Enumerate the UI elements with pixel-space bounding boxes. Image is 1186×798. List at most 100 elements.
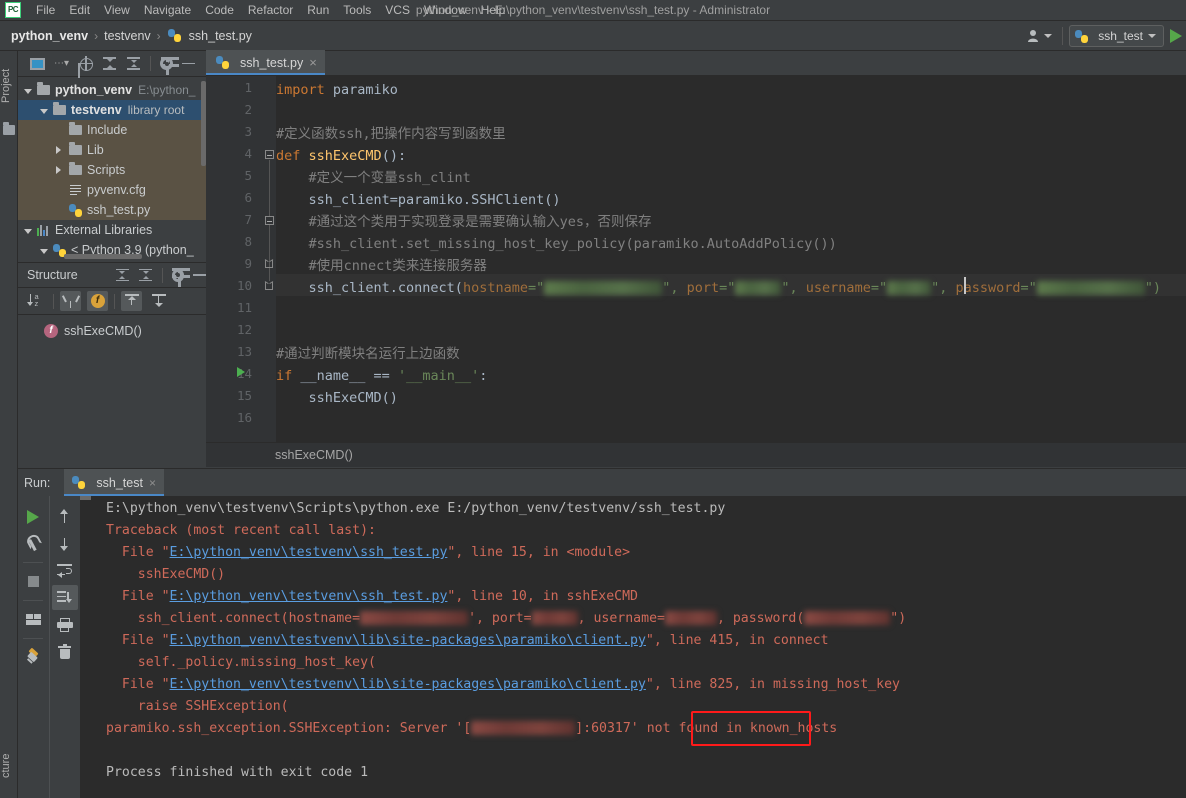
code-lines: import paramiko #定义函数ssh,把操作内容写到函数里 def … — [276, 76, 1186, 442]
close-icon[interactable]: × — [149, 476, 156, 490]
chevron-down-icon[interactable] — [40, 109, 48, 114]
run-tab-ssh_test[interactable]: ssh_test × — [64, 469, 164, 496]
menu-view[interactable]: View — [97, 1, 137, 19]
menu-refactor[interactable]: Refactor — [241, 1, 300, 19]
tree-row-external-libraries[interactable]: External Libraries — [18, 220, 206, 240]
soft-wrap-button[interactable] — [52, 558, 78, 583]
rerun-button[interactable] — [20, 504, 46, 529]
run-line-gutter-icon[interactable] — [237, 367, 245, 377]
fold-region-end-icon[interactable] — [265, 282, 273, 290]
gear-icon[interactable] — [171, 268, 190, 287]
menu-edit[interactable]: Edit — [62, 1, 97, 19]
fold-toggle-icon[interactable] — [264, 150, 274, 159]
divider — [1062, 27, 1064, 45]
gear-icon[interactable] — [160, 57, 179, 76]
project-panel-hscrollbar[interactable] — [64, 254, 142, 259]
structure-item-sshexecmd[interactable]: f sshExeCMD() — [18, 321, 206, 340]
tree-label: ssh_test.py — [87, 203, 151, 217]
clear-all-button[interactable] — [52, 639, 78, 664]
tree-row-include[interactable]: Include — [18, 120, 206, 140]
file-link[interactable]: E:\python_venv\testvenv\lib\site-package… — [170, 633, 646, 648]
run-console-output[interactable]: E:\python_venv\testvenv\Scripts\python.e… — [80, 496, 1186, 798]
menu-code[interactable]: Code — [198, 1, 241, 19]
menu-tools[interactable]: Tools — [336, 1, 378, 19]
redacted-hostname — [360, 611, 469, 625]
project-folder-icon[interactable] — [3, 122, 15, 135]
show-fields-button[interactable]: f — [87, 291, 108, 311]
line-number: 5 — [244, 168, 252, 183]
console-line-frame-1: File "E:\python_venv\testvenv\ssh_test.p… — [106, 545, 631, 560]
chevron-right-icon[interactable] — [56, 146, 61, 154]
person-glyph — [1028, 30, 1039, 42]
breadcrumb-testvenv[interactable]: testvenv — [101, 29, 154, 43]
select-opened-file-icon[interactable] — [30, 57, 45, 70]
menu-vcs[interactable]: VCS — [378, 1, 417, 19]
code-line-10: ssh_client.connect(hostname=" ", port=" ",… — [276, 280, 1162, 296]
tree-row-ssh_test-py[interactable]: ssh_test.py — [18, 200, 206, 220]
run-configuration-selector[interactable]: ssh_test — [1069, 25, 1164, 47]
layout-settings-button[interactable] — [20, 607, 46, 632]
print-button[interactable] — [52, 612, 78, 637]
scroll-down-button[interactable] — [52, 531, 78, 556]
tree-row-lib[interactable]: Lib — [18, 140, 206, 160]
view-options-icon[interactable]: ⋯▾ — [54, 58, 69, 69]
editor-tab-ssh_test-py[interactable]: ssh_test.py × — [206, 50, 325, 75]
file-link[interactable]: E:\python_venv\testvenv\ssh_test.py — [170, 545, 448, 560]
close-icon[interactable]: × — [309, 56, 317, 69]
run-toolbar-right — [49, 496, 79, 798]
tree-row-scripts[interactable]: Scripts — [18, 160, 206, 180]
collapse-all-icon[interactable] — [138, 268, 153, 283]
console-line-frame-3: File "E:\python_venv\testvenv\lib\site-p… — [106, 633, 829, 648]
tool-tab-structure[interactable]: cture — [0, 738, 18, 794]
code-editor[interactable]: 1 2 3 4 5 6 7 8 9 10 11 12 13 14 15 16 i… — [206, 76, 1186, 442]
fold-region-end-icon[interactable] — [265, 260, 273, 268]
tree-row-python_venv[interactable]: python_venv E:\python_ — [18, 80, 206, 100]
tree-row-pyvenv-cfg[interactable]: pyvenv.cfg — [18, 180, 206, 200]
tool-tab-project[interactable]: Project — [0, 57, 18, 115]
expand-all-icon[interactable] — [102, 56, 117, 71]
user-account-icon[interactable] — [1023, 29, 1056, 43]
pin-tab-button[interactable] — [20, 645, 46, 670]
tree-detail: E:\python_ — [138, 83, 196, 97]
line-number: 3 — [244, 124, 252, 139]
pycharm-window: PC File Edit View Navigate Code Refactor… — [0, 0, 1186, 798]
menu-file[interactable]: File — [29, 1, 62, 19]
stop-button[interactable] — [20, 569, 46, 594]
folder-icon — [37, 82, 50, 95]
breadcrumb-project[interactable]: python_venv — [8, 29, 91, 43]
expand-all-icon[interactable] — [115, 268, 130, 283]
file-link[interactable]: E:\python_venv\testvenv\lib\site-package… — [170, 677, 646, 692]
hide-panel-icon[interactable] — [182, 62, 196, 65]
menu-run[interactable]: Run — [300, 1, 336, 19]
chevron-down-icon[interactable] — [24, 229, 32, 234]
scroll-to-end-button[interactable] — [51, 585, 78, 610]
scroll-from-source-button[interactable] — [121, 291, 142, 311]
collapse-all-icon[interactable] — [126, 56, 141, 71]
scroll-to-source-button[interactable] — [148, 291, 169, 311]
scroll-up-button[interactable] — [52, 504, 78, 529]
chevron-right-icon[interactable] — [56, 166, 61, 174]
tree-detail: library root — [127, 103, 185, 117]
show-inherited-button[interactable] — [60, 291, 81, 311]
python-file-icon — [69, 203, 82, 217]
code-line-7: #通过这个类用于实现登录是需要确认输入yes，否则保存 — [276, 214, 652, 230]
editor-tab-bar: ssh_test.py × — [206, 50, 1186, 76]
editor-fold-column[interactable] — [264, 76, 276, 442]
run-button[interactable] — [1170, 29, 1182, 43]
file-link[interactable]: E:\python_venv\testvenv\ssh_test.py — [170, 589, 448, 604]
line-number: 6 — [244, 190, 252, 205]
tree-row-testvenv[interactable]: testvenv library root — [18, 100, 206, 120]
code-line-13: #通过判断模块名运行上边函数 — [276, 346, 460, 362]
scroll-from-source-icon[interactable] — [78, 56, 94, 71]
editor-gutter[interactable]: 1 2 3 4 5 6 7 8 9 10 11 12 13 14 15 16 — [206, 76, 264, 442]
breadcrumb-file[interactable]: ssh_test.py — [186, 29, 255, 43]
hide-panel-icon[interactable] — [193, 274, 207, 276]
sort-alpha-icon: az — [27, 293, 45, 308]
menu-navigate[interactable]: Navigate — [137, 1, 198, 19]
chevron-down-icon[interactable] — [24, 89, 32, 94]
edit-configuration-button[interactable] — [20, 531, 46, 556]
chevron-down-icon[interactable] — [40, 249, 48, 254]
fold-toggle-icon[interactable] — [264, 216, 274, 225]
editor-breadcrumb-function[interactable]: sshExeCMD() — [275, 448, 353, 462]
sort-alphabetically-button[interactable]: az — [26, 291, 47, 311]
